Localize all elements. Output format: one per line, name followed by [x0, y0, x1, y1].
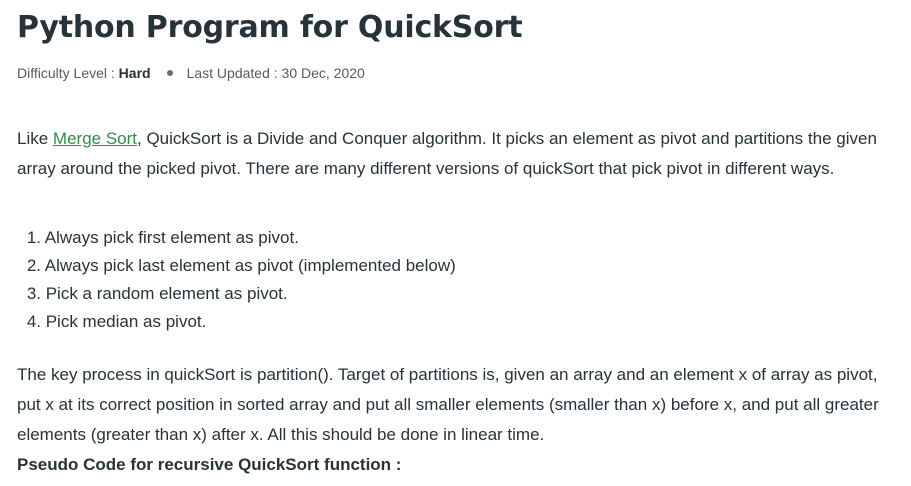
intro-paragraph: Like Merge Sort, QuickSort is a Divide a…: [17, 124, 902, 184]
list-item-text: Always pick first element as pivot.: [41, 228, 299, 247]
list-item: 4. Pick median as pivot.: [17, 308, 456, 336]
list-item-text: Pick median as pivot.: [41, 312, 207, 331]
updated-label: Last Updated :: [186, 65, 282, 81]
list-item: 3. Pick a random element as pivot.: [17, 280, 456, 308]
partition-paragraph: The key process in quickSort is partitio…: [17, 365, 879, 444]
intro-prefix: Like: [17, 129, 53, 148]
pivot-options-list: 1. Always pick first element as pivot. 2…: [17, 224, 456, 336]
list-item-number: 1.: [26, 228, 41, 247]
list-item-text: Always pick last element as pivot (imple…: [41, 256, 456, 275]
page-title: Python Program for QuickSort: [17, 10, 523, 45]
intro-suffix: , QuickSort is a Divide and Conquer algo…: [17, 129, 877, 178]
list-item-number: 3.: [26, 284, 41, 303]
separator-dot-icon: [166, 70, 173, 77]
pseudo-code-heading: Pseudo Code for recursive QuickSort func…: [17, 455, 402, 474]
updated-value: 30 Dec, 2020: [281, 65, 365, 81]
list-item-text: Pick a random element as pivot.: [41, 284, 288, 303]
list-item-number: 4.: [26, 312, 41, 331]
difficulty-value[interactable]: Hard: [119, 65, 151, 81]
list-item-number: 2.: [26, 256, 41, 275]
list-item: 1. Always pick first element as pivot.: [17, 224, 456, 252]
difficulty-label: Difficulty Level :: [17, 65, 119, 81]
list-item: 2. Always pick last element as pivot (im…: [17, 252, 456, 280]
article-meta: Difficulty Level : Hard Last Updated : 30…: [17, 63, 365, 83]
merge-sort-link[interactable]: Merge Sort: [53, 129, 137, 148]
